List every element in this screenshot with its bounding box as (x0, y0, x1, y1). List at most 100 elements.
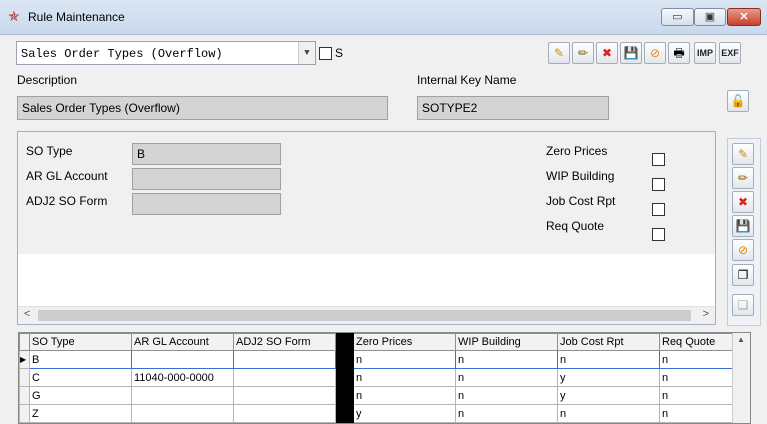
column-header-spacer (335, 333, 354, 351)
description-label: Description (17, 73, 78, 87)
scroll-right-icon[interactable]: > (703, 308, 709, 320)
horizontal-scrollbar[interactable]: < > (18, 306, 715, 324)
so-type-field[interactable]: B (132, 143, 281, 165)
job-cost-rpt-checkbox[interactable] (652, 203, 665, 216)
column-header-so-type[interactable]: SO Type (29, 333, 132, 351)
detail-form-area: SO Type B AR GL Account ADJ2 SO Form Zer… (18, 132, 715, 254)
cell-job-cost-rpt[interactable]: y (557, 386, 660, 405)
title-bar: ✯ Rule Maintenance ▭ ▣ ✕ (0, 0, 767, 35)
internal-key-label: Internal Key Name (417, 73, 517, 87)
cell-spacer (335, 404, 354, 423)
scrollbar-thumb[interactable] (38, 310, 691, 321)
cell-wip-building[interactable]: n (455, 404, 558, 423)
side-cancel-icon[interactable]: ⊘ (732, 239, 754, 261)
side-edit-icon[interactable]: ✏ (732, 167, 754, 189)
side-new-icon[interactable]: ✎ (732, 143, 754, 165)
cell-zero-prices[interactable]: y (353, 404, 456, 423)
minimize-button[interactable]: ▭ (661, 8, 694, 26)
column-header-wip-building[interactable]: WIP Building (455, 333, 558, 351)
cell-req-quote[interactable]: n (659, 368, 741, 387)
cell-wip-building[interactable]: n (455, 386, 558, 405)
edit-icon[interactable]: ✏ (572, 42, 594, 64)
cell-so-type[interactable]: G (29, 386, 132, 405)
column-header-req-quote[interactable]: Req Quote (659, 333, 741, 351)
row-header (19, 368, 30, 387)
description-field[interactable]: Sales Order Types (Overflow) (17, 96, 388, 120)
wip-building-checkbox[interactable] (652, 178, 665, 191)
side-copy-icon[interactable]: ❐ (732, 264, 754, 286)
scroll-up-icon[interactable]: ▲ (737, 335, 745, 344)
lock-icon[interactable]: 🔓 (727, 90, 749, 112)
star-icon: ✯ (8, 8, 20, 24)
table-row[interactable]: G n n y n (19, 386, 741, 405)
cell-req-quote[interactable]: n (659, 386, 741, 405)
cell-job-cost-rpt[interactable]: n (557, 350, 660, 369)
new-icon[interactable]: ✎ (548, 42, 570, 64)
cell-so-type[interactable]: C (29, 368, 132, 387)
rule-select-value: Sales Order Types (Overflow) (21, 47, 223, 61)
job-cost-rpt-label: Job Cost Rpt (546, 194, 616, 208)
cell-so-type[interactable]: Z (29, 404, 132, 423)
zero-prices-checkbox[interactable] (652, 153, 665, 166)
s-checkbox[interactable] (319, 47, 332, 60)
cancel-icon[interactable]: ⊘ (644, 42, 666, 64)
column-header-adj2-so-form[interactable]: ADJ2 SO Form (233, 333, 336, 351)
ar-gl-account-label: AR GL Account (26, 169, 108, 183)
cell-ar-gl-account[interactable] (131, 386, 234, 405)
cell-req-quote[interactable]: n (659, 404, 741, 423)
cell-ar-gl-account[interactable]: 11040-000-0000 (131, 368, 234, 387)
ar-gl-account-field[interactable] (132, 168, 281, 190)
cell-zero-prices[interactable]: n (353, 350, 456, 369)
cell-adj2-so-form[interactable] (233, 386, 336, 405)
cell-spacer (335, 350, 354, 369)
cell-ar-gl-account[interactable] (131, 350, 234, 369)
req-quote-label: Req Quote (546, 219, 605, 233)
row-header-corner (19, 333, 30, 351)
side-delete-icon[interactable]: ✖ (732, 191, 754, 213)
cell-adj2-so-form[interactable] (233, 404, 336, 423)
cell-ar-gl-account[interactable] (131, 404, 234, 423)
save-icon[interactable]: 💾 (620, 42, 642, 64)
adj2-so-form-label: ADJ2 SO Form (26, 194, 108, 208)
wip-building-label: WIP Building (546, 169, 615, 183)
adj2-so-form-field[interactable] (132, 193, 281, 215)
cell-zero-prices[interactable]: n (353, 368, 456, 387)
cell-job-cost-rpt[interactable]: n (557, 404, 660, 423)
import-button[interactable]: IMP (694, 42, 716, 64)
cell-req-quote[interactable]: n (659, 350, 741, 369)
table-row[interactable]: Z y n n n (19, 404, 741, 423)
close-button[interactable]: ✕ (727, 8, 761, 26)
export-button[interactable]: EXF (719, 42, 741, 64)
cell-wip-building[interactable]: n (455, 350, 558, 369)
maximize-button[interactable]: ▣ (694, 8, 726, 26)
cell-so-type[interactable]: B (29, 350, 132, 369)
so-type-label: SO Type (26, 144, 73, 158)
cell-job-cost-rpt[interactable]: y (557, 368, 660, 387)
rule-select[interactable]: Sales Order Types (Overflow) ▼ (16, 41, 316, 65)
cell-adj2-so-form[interactable] (233, 350, 336, 369)
vertical-scrollbar[interactable]: ▲ (732, 333, 750, 423)
cell-zero-prices[interactable]: n (353, 386, 456, 405)
column-header-ar-gl-account[interactable]: AR GL Account (131, 333, 234, 351)
s-checkbox-label: S (335, 46, 344, 60)
cell-adj2-so-form[interactable] (233, 368, 336, 387)
req-quote-checkbox[interactable] (652, 228, 665, 241)
scroll-left-icon[interactable]: < (24, 308, 30, 320)
column-header-zero-prices[interactable]: Zero Prices (353, 333, 456, 351)
cell-spacer (335, 386, 354, 405)
table-row[interactable]: C 11040-000-0000 n n y n (19, 368, 741, 387)
grid-header-row: SO Type AR GL Account ADJ2 SO Form Zero … (19, 333, 741, 351)
rules-grid[interactable]: SO Type AR GL Account ADJ2 SO Form Zero … (18, 332, 751, 424)
chevron-down-icon[interactable]: ▼ (298, 42, 315, 64)
column-header-job-cost-rpt[interactable]: Job Cost Rpt (557, 333, 660, 351)
table-row[interactable]: ▶ B n n n n (19, 350, 741, 369)
internal-key-field[interactable]: SOTYPE2 (417, 96, 609, 120)
print-icon[interactable]: 🖶 (668, 42, 690, 64)
side-paste-icon[interactable]: ❏ (732, 294, 754, 316)
detail-panel: SO Type B AR GL Account ADJ2 SO Form Zer… (17, 131, 716, 325)
current-row-indicator: ▶ (19, 350, 30, 369)
window-title: Rule Maintenance (28, 10, 125, 24)
cell-wip-building[interactable]: n (455, 368, 558, 387)
delete-icon[interactable]: ✖ (596, 42, 618, 64)
side-save-icon[interactable]: 💾 (732, 215, 754, 237)
